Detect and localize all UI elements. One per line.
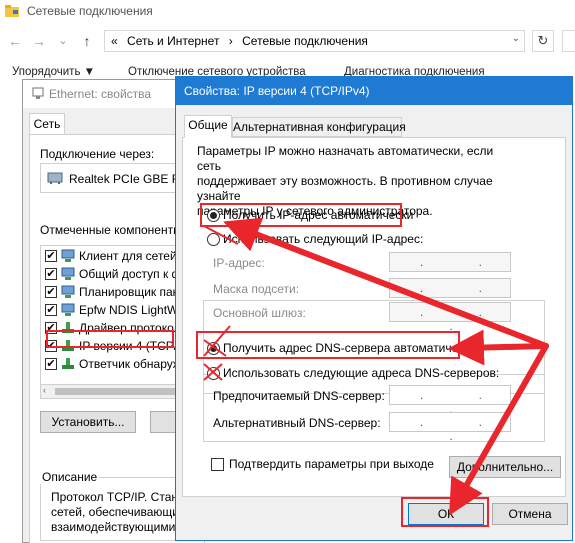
subnet-mask-row: Маска подсети: . . .: [213, 278, 541, 309]
network-share-icon: [61, 267, 75, 280]
network-card-icon: [47, 172, 63, 184]
ipv4-properties-dialog: Свойства: IP версии 4 (TCP/IPv4) Общие А…: [175, 76, 573, 541]
component-checkbox[interactable]: ✔: [45, 286, 57, 298]
scroll-left-icon[interactable]: ‹: [43, 385, 46, 395]
breadcrumb-overflow[interactable]: «: [111, 34, 118, 48]
breadcrumb-separator[interactable]: ›: [229, 34, 233, 48]
forward-arrow-icon[interactable]: →: [30, 32, 48, 50]
dns-manual-radio[interactable]: [207, 367, 220, 380]
explorer-titlebar: Сетевые подключения: [0, 0, 575, 24]
explorer-title: Сетевые подключения: [27, 4, 153, 18]
annotation-box-ip-auto: [200, 203, 402, 227]
ipv4-titlebar: Свойства: IP версии 4 (TCP/IPv4): [176, 77, 572, 105]
validate-label: Подтвердить параметры при выходе: [229, 457, 434, 471]
ip-manual-option[interactable]: Использовать следующий IP-адрес:: [207, 232, 447, 248]
install-button[interactable]: Установить...: [40, 411, 136, 433]
explorer-navbar: ← → ⌄ ↑ « Сеть и Интернет › Сетевые подк…: [0, 26, 575, 58]
component-checkbox[interactable]: ✔: [45, 250, 57, 262]
network-adapter-icon: [32, 87, 44, 99]
tab-general[interactable]: Общие: [184, 115, 232, 138]
preferred-dns-label: Предпочитаемый DNS-сервер:: [213, 389, 385, 403]
alternate-dns-field[interactable]: . . .: [389, 412, 511, 443]
ip-address-label: IP-адрес:: [213, 256, 265, 270]
annotation-box-ok: [401, 497, 489, 527]
alternate-dns-row: Альтернативный DNS-сервер: . . .: [213, 412, 541, 443]
preferred-dns-row: Предпочитаемый DNS-сервер: . . .: [213, 385, 541, 416]
address-bar[interactable]: « Сеть и Интернет › Сетевые подключения …: [104, 30, 525, 52]
network-service-icon: [61, 285, 75, 298]
cancel-button[interactable]: Отмена: [492, 503, 568, 525]
intro-line: Параметры IP можно назначать автоматичес…: [197, 144, 494, 173]
component-checkbox[interactable]: ✔: [45, 358, 57, 370]
annotation-box-ipv4: [46, 330, 174, 348]
ethernet-title: Ethernet: свойства: [49, 87, 152, 101]
address-dropdown-icon[interactable]: ⌄: [512, 33, 520, 44]
gateway-field[interactable]: . . .: [389, 302, 511, 333]
network-client-icon: [61, 249, 75, 262]
validate-checkbox[interactable]: [211, 458, 224, 471]
component-checkbox[interactable]: ✔: [45, 304, 57, 316]
search-box[interactable]: [562, 30, 575, 52]
network-folder-icon: [5, 5, 19, 17]
advanced-button[interactable]: Дополнительно...: [449, 456, 561, 478]
ipv4-title: Свойства: IP версии 4 (TCP/IPv4): [184, 84, 370, 98]
component-checkbox[interactable]: ✔: [45, 268, 57, 280]
subnet-mask-label: Маска подсети:: [213, 282, 300, 296]
organize-menu[interactable]: Упорядочить ▼: [12, 66, 95, 78]
general-panel: Параметры IP можно назначать автоматичес…: [182, 137, 566, 497]
ip-manual-label: Использовать следующий IP-адрес:: [223, 232, 424, 246]
recent-locations-icon[interactable]: ⌄: [54, 32, 72, 50]
ip-manual-radio[interactable]: [207, 233, 220, 246]
refresh-icon[interactable]: ↻: [532, 30, 554, 52]
tab-network[interactable]: Сеть: [29, 113, 65, 135]
up-arrow-icon[interactable]: ↑: [78, 32, 96, 50]
description-legend: Описание: [40, 470, 100, 484]
network-service-icon: [61, 303, 75, 316]
breadcrumb-network-internet[interactable]: Сеть и Интернет: [127, 34, 219, 48]
preferred-dns-field[interactable]: . . .: [389, 385, 511, 416]
scroll-thumb[interactable]: [55, 388, 185, 395]
annotation-box-dns-auto: [196, 331, 460, 359]
breadcrumb-network-connections[interactable]: Сетевые подключения: [242, 34, 368, 48]
alternate-dns-label: Альтернативный DNS-сервер:: [213, 416, 381, 430]
gateway-label: Основной шлюз:: [213, 306, 306, 320]
dns-manual-label: Использовать следующие адреса DNS-сервер…: [223, 366, 500, 380]
tab-alternate-config[interactable]: Альтернативная конфигурация: [232, 117, 406, 137]
intro-line: поддерживает эту возможность. В противно…: [197, 174, 493, 203]
ip-address-field[interactable]: . . .: [389, 252, 511, 283]
ip-address-row: IP-адрес: . . .: [213, 252, 541, 283]
dns-manual-option[interactable]: Использовать следующие адреса DNS-сервер…: [207, 366, 499, 382]
subnet-mask-field[interactable]: . . .: [389, 278, 511, 309]
protocol-icon: [62, 358, 74, 369]
gateway-row: Основной шлюз: . . .: [213, 302, 541, 333]
back-arrow-icon[interactable]: ←: [6, 32, 24, 50]
connect-via-label: Подключение через:: [40, 147, 155, 161]
